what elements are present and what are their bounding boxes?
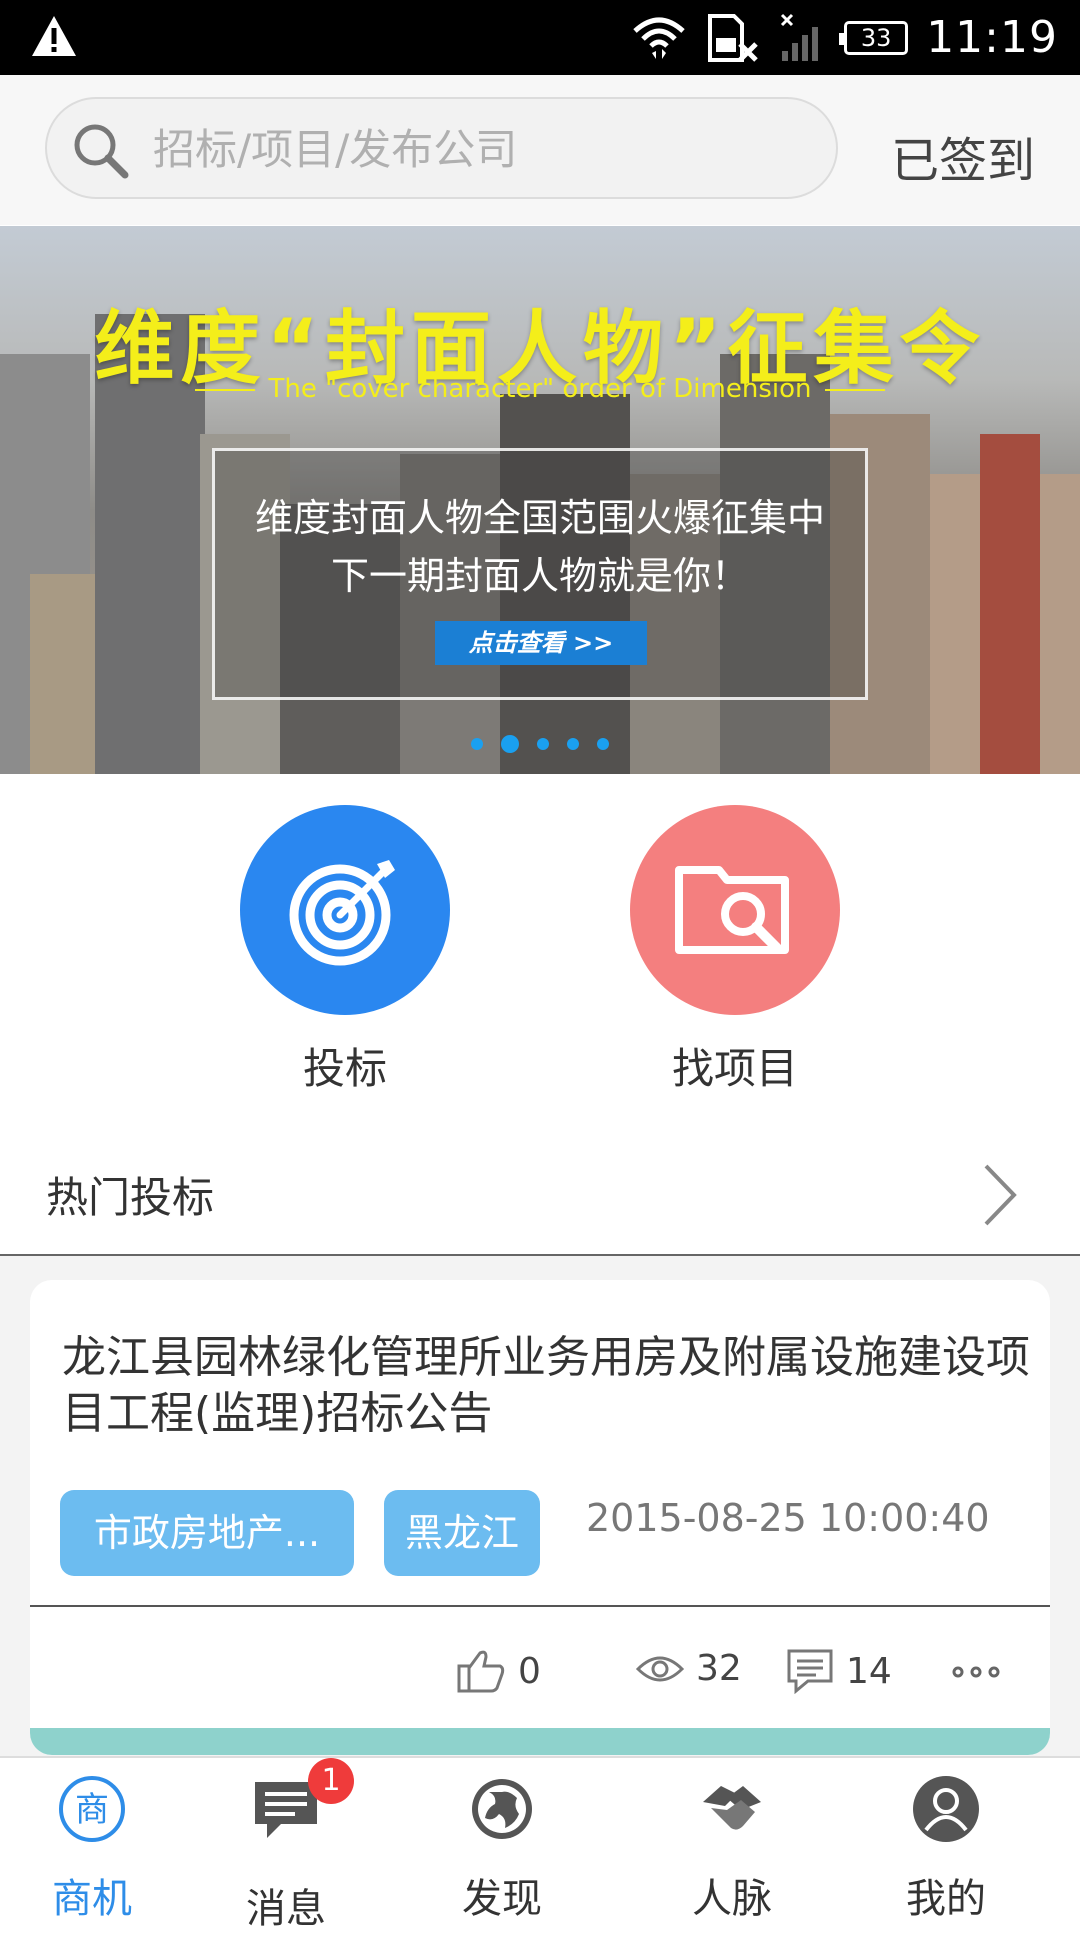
profile-icon xyxy=(913,1776,979,1842)
search-header: 已签到 xyxy=(0,75,1080,225)
find-project-circle[interactable] xyxy=(630,805,840,1015)
carousel-dot[interactable] xyxy=(597,738,609,750)
nav-label-discover: 发现 xyxy=(462,1876,542,1922)
skyline-building xyxy=(980,434,1040,774)
comment-icon xyxy=(787,1649,833,1694)
bid-circle[interactable] xyxy=(240,805,450,1015)
view-count: 32 xyxy=(696,1648,742,1689)
promo-banner[interactable]: 维度“封面人物”征集令 The "cover character" order … xyxy=(0,226,1080,774)
hot-bids-title: 热门投标 xyxy=(46,1173,215,1222)
checkin-button[interactable]: 已签到 xyxy=(891,121,1035,191)
bid-date: 2015-08-25 10:00:40 xyxy=(586,1496,990,1540)
carousel-dot-active[interactable] xyxy=(501,735,519,753)
battery-icon: 33 xyxy=(839,20,909,55)
clock: 11:19 xyxy=(926,12,1058,63)
handshake-icon xyxy=(703,1786,761,1830)
wifi-icon xyxy=(633,17,685,59)
battery-level: 33 xyxy=(860,23,892,52)
bid-card[interactable]: 龙江县园林绿化管理所业务用房及附属设施建设项目工程(监理)招标公告 市政房地产.… xyxy=(30,1280,1050,1755)
banner-line-1: 维度封面人物全国范围火爆征集中 xyxy=(254,496,825,540)
warning-icon xyxy=(32,16,76,56)
folder-search-icon xyxy=(675,866,789,954)
business-icon: 商 xyxy=(59,1776,125,1842)
banner-line-2: 下一期封面人物就是你！ xyxy=(330,554,749,598)
thumbs-up-icon xyxy=(457,1650,505,1693)
target-icon xyxy=(289,860,395,966)
comment-count: 14 xyxy=(846,1650,892,1692)
card-divider xyxy=(30,1605,1050,1607)
bid-label: 投标 xyxy=(302,1044,387,1093)
signal-icon xyxy=(781,13,819,61)
chevron-right-icon[interactable] xyxy=(980,1160,1020,1230)
carousel-indicator[interactable] xyxy=(0,735,1080,753)
carousel-dot[interactable] xyxy=(567,738,579,750)
nav-item-messages[interactable]: 1 消息 xyxy=(196,1758,376,1932)
search-icon xyxy=(74,124,129,179)
nav-label-messages: 消息 xyxy=(246,1886,326,1932)
nav-label-contacts: 人脉 xyxy=(692,1876,772,1922)
category-tag[interactable]: 市政房地产... xyxy=(60,1490,354,1576)
nav-item-contacts[interactable]: 人脉 xyxy=(642,1758,822,1922)
views-stat: 32 xyxy=(636,1648,742,1689)
find-project-label: 找项目 xyxy=(671,1044,798,1093)
carousel-dot[interactable] xyxy=(471,738,483,750)
nav-item-profile[interactable]: 我的 xyxy=(856,1758,1036,1922)
nav-label-business: 商机 xyxy=(52,1876,132,1922)
comment-button[interactable]: 14 xyxy=(786,1648,892,1694)
region-tag[interactable]: 黑龙江 xyxy=(384,1490,540,1576)
nav-item-discover[interactable]: 发现 xyxy=(412,1758,592,1922)
bottom-nav: 商 商机 1 消息 发现 人脉 我的 xyxy=(0,1756,1080,1932)
search-input[interactable] xyxy=(151,117,795,181)
carousel-dot[interactable] xyxy=(537,738,549,750)
nav-label-profile: 我的 xyxy=(906,1876,986,1922)
banner-subtitle-text: The "cover character" order of Dimension xyxy=(268,374,812,404)
globe-icon xyxy=(472,1779,532,1839)
bid-title[interactable]: 龙江县园林绿化管理所业务用房及附属设施建设项目工程(监理)招标公告 xyxy=(62,1330,1030,1442)
more-icon[interactable] xyxy=(952,1666,1000,1678)
eye-icon xyxy=(636,1656,684,1681)
hot-bids-header[interactable]: 热门投标 xyxy=(0,1140,1080,1256)
svg-text:商: 商 xyxy=(75,1790,109,1830)
banner-subtitle: The "cover character" order of Dimension xyxy=(0,374,1080,404)
banner-view-button[interactable]: 点击查看 >> xyxy=(435,621,647,665)
sim-off-icon xyxy=(708,13,758,62)
search-bar[interactable] xyxy=(45,97,838,199)
nav-item-business[interactable]: 商 商机 xyxy=(2,1758,182,1922)
message-badge: 1 xyxy=(308,1758,354,1804)
like-count: 0 xyxy=(518,1650,541,1692)
status-bar: 33 11:19 xyxy=(0,0,1080,75)
bid-action[interactable]: 投标 xyxy=(240,805,450,1096)
next-card-peek xyxy=(30,1728,1050,1755)
find-project-action[interactable]: 找项目 xyxy=(630,805,840,1096)
banner-text-box: 维度封面人物全国范围火爆征集中 下一期封面人物就是你！ 点击查看 >> xyxy=(212,448,868,700)
like-button[interactable]: 0 xyxy=(456,1648,541,1694)
